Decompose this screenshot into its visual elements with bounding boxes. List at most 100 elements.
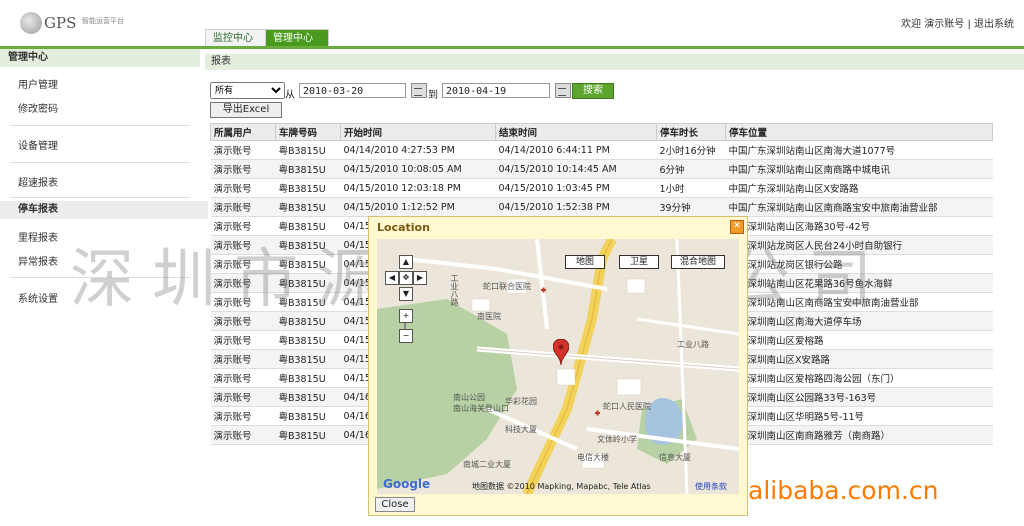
sidebar-divider — [10, 125, 190, 126]
sidebar-divider — [10, 162, 190, 163]
export-excel-button[interactable]: 导出Excel — [210, 102, 282, 118]
cell-user: 演示账号 — [210, 273, 276, 293]
cell-user: 演示账号 — [210, 387, 276, 407]
sidebar-item-settings[interactable]: 系统设置 — [0, 290, 208, 305]
logo-emblem-icon — [20, 12, 42, 34]
separator: | — [967, 19, 971, 30]
cell-location: 广东深圳站南山区南商路宝安中旅南油营业部 — [725, 292, 993, 312]
column-header-user[interactable]: 所属用户 — [210, 123, 276, 141]
cell-plate: 粤B3815U — [275, 387, 341, 407]
pan-down-icon[interactable]: ▼ — [399, 287, 413, 301]
cell-end-time: 04/14/2010 6:44:11 PM — [495, 140, 657, 160]
start-date-input[interactable]: 2010-03-20 — [299, 83, 406, 98]
table-row[interactable]: 演示账号 粤B3815U 04/15/2010 1:12:52 PM 04/15/20… — [210, 197, 993, 217]
cell-location: 广东深圳南山区X安路路 — [725, 349, 993, 369]
tab-management[interactable]: 管理中心 — [265, 29, 329, 47]
cell-plate: 粤B3815U — [275, 425, 341, 445]
sidebar-item-parking-report[interactable]: 停车报表 — [0, 201, 208, 219]
map-label: 南山海关登山口 — [453, 404, 509, 413]
cell-user: 演示账号 — [210, 425, 276, 445]
cell-user: 演示账号 — [210, 140, 276, 160]
cell-plate: 粤B3815U — [275, 197, 341, 217]
cell-plate: 粤B3815U — [275, 311, 341, 331]
column-header-start-time[interactable]: 开始时间 — [340, 123, 496, 141]
map-copyright: 地图数据 ©2010 Mapking, Mapabc, Tele Atlas — [472, 482, 651, 491]
cell-plate: 粤B3815U — [275, 368, 341, 388]
logo-subtitle: 智能运营平台 — [82, 17, 124, 25]
pan-center-icon[interactable]: ✥ — [399, 271, 413, 285]
sidebar-item-devices[interactable]: 设备管理 — [0, 137, 208, 152]
cell-start-time: 04/15/2010 12:03:18 PM — [340, 178, 496, 198]
google-logo: Google — [383, 477, 431, 491]
sidebar-title: 管理中心 — [0, 49, 200, 67]
map-label: 蛇口人民医院 — [603, 402, 651, 411]
table-row[interactable]: 演示账号 粤B3815U 04/14/2010 4:27:53 PM 04/14/20… — [210, 140, 993, 160]
top-header: GPS 智能运营平台 欢迎 演示账号 | 退出系统 监控中心 管理中心 — [0, 0, 1024, 47]
sidebar-item-users[interactable]: 用户管理 — [0, 76, 208, 91]
cell-plate: 粤B3815U — [275, 273, 341, 293]
zoom-out-icon[interactable]: − — [399, 329, 413, 343]
map-label: 科技大厦 — [505, 425, 537, 434]
zoom-in-icon[interactable]: + — [399, 309, 413, 323]
column-header-duration[interactable]: 停车时长 — [656, 123, 726, 141]
pan-right-icon[interactable]: ▶ — [413, 271, 427, 285]
page-title: 报表 — [205, 54, 1024, 70]
hybrid-type-button[interactable]: 混合地图 — [671, 255, 725, 269]
cell-location: 广东深圳站南山区海路30号-42号 — [725, 216, 993, 236]
sidebar-item-overspeed-report[interactable]: 超速报表 — [0, 174, 208, 189]
cell-user: 演示账号 — [210, 349, 276, 369]
calendar-icon[interactable] — [555, 83, 571, 98]
column-header-location[interactable]: 停车位置 — [725, 123, 993, 141]
cell-user: 演示账号 — [210, 216, 276, 236]
user-bar: 欢迎 演示账号 | 退出系统 — [901, 15, 1014, 30]
cell-location: 中国广东深圳站南山区南商路宝安中旅南油营业部 — [725, 197, 993, 217]
cell-user: 演示账号 — [210, 368, 276, 388]
cell-duration: 2小时16分钟 — [656, 140, 726, 160]
sidebar-item-password[interactable]: 修改密码 — [0, 100, 208, 115]
cell-location: 广东深圳站南山区花果路36号鱼水海鲜 — [725, 273, 993, 293]
map-label: 蛇口联合医院 — [483, 282, 531, 291]
cell-location: 广东深圳站龙岗区银行公路 — [725, 254, 993, 274]
cell-plate: 粤B3815U — [275, 235, 341, 255]
column-header-plate[interactable]: 车牌号码 — [275, 123, 341, 141]
tab-monitor[interactable]: 监控中心 — [205, 29, 269, 47]
map-view[interactable]: 蛇口联合医院 工业八路 南医院 南山公园 南山海关登山口 华彩花园 工业八路 蛇… — [377, 239, 739, 494]
cell-start-time: 04/14/2010 4:27:53 PM — [340, 140, 496, 160]
cell-location: 广东深圳南山区南海大道停车场 — [725, 311, 993, 331]
user-filter-select[interactable]: 所有 — [210, 82, 285, 99]
sidebar-item-mileage-report[interactable]: 里程报表 — [0, 229, 208, 244]
cell-plate: 粤B3815U — [275, 216, 341, 236]
sidebar-divider — [10, 277, 190, 278]
cell-location: 广东深圳南山区爱榕路 — [725, 330, 993, 350]
welcome-text: 欢迎 — [901, 19, 922, 30]
sidebar-item-exception-report[interactable]: 异常报表 — [0, 253, 208, 268]
pan-left-icon[interactable]: ◀ — [385, 271, 399, 285]
cell-user: 演示账号 — [210, 406, 276, 426]
user-name: 演示账号 — [924, 19, 965, 30]
cell-user: 演示账号 — [210, 292, 276, 312]
cell-user: 演示账号 — [210, 159, 276, 179]
search-button[interactable]: 搜索 — [572, 83, 614, 99]
calendar-icon[interactable] — [411, 83, 427, 98]
logo-text: GPS — [44, 14, 77, 32]
pan-up-icon[interactable]: ▲ — [399, 255, 413, 269]
logout-link[interactable]: 退出系统 — [974, 19, 1014, 30]
column-header-end-time[interactable]: 结束时间 — [495, 123, 657, 141]
location-popup: Location ✕ 蛇口联合医院 工业八路 南医院 南山公园 南山海关登山口 … — [368, 216, 748, 516]
cell-start-time: 04/15/2010 1:12:52 PM — [340, 197, 496, 217]
map-type-button[interactable]: 地图 — [565, 255, 605, 269]
end-date-input[interactable]: 2010-04-19 — [442, 83, 550, 98]
search-button-label: 搜索 — [583, 85, 603, 96]
cell-location: 广东深圳南山区公园路33号-163号 — [725, 387, 993, 407]
cell-location: 中国广东深圳站南山区南商路中城电讯 — [725, 159, 993, 179]
from-label: 从 — [285, 90, 295, 101]
table-row[interactable]: 演示账号 粤B3815U 04/15/2010 10:08:05 AM 04/15/2… — [210, 159, 993, 179]
terms-link[interactable]: 使用条款 — [695, 481, 727, 492]
map-label: 南城二业大厦 — [463, 460, 511, 469]
close-button[interactable]: Close — [375, 497, 415, 512]
satellite-type-button[interactable]: 卫星 — [619, 255, 659, 269]
table-row[interactable]: 演示账号 粤B3815U 04/15/2010 12:03:18 PM 04/15/2… — [210, 178, 993, 198]
cell-user: 演示账号 — [210, 235, 276, 255]
close-icon[interactable]: ✕ — [730, 220, 744, 234]
map-marker-icon[interactable] — [553, 339, 569, 365]
